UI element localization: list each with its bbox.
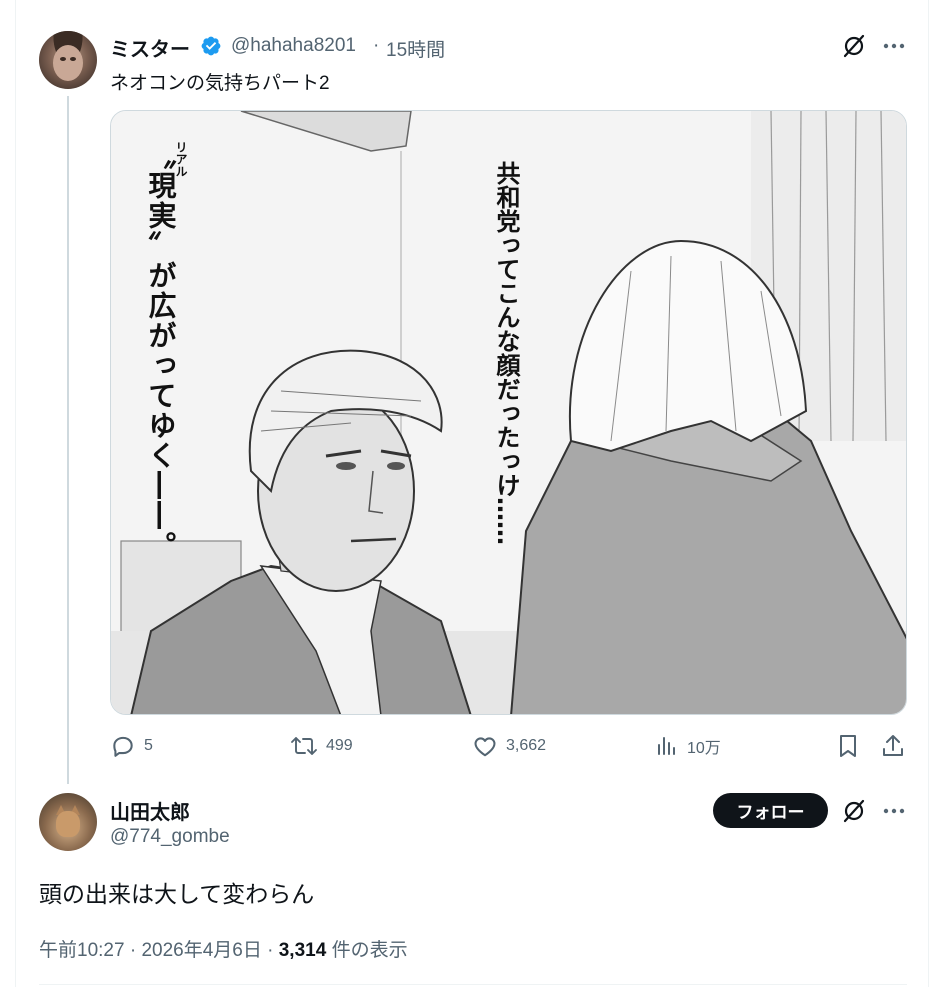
tweet-media-image[interactable]: リアル 〝現実〟が広がってゆく――。 共和党ってこんな顔だったっけ……	[110, 110, 907, 715]
reply-author-display-name[interactable]: 山田太郎	[110, 796, 190, 825]
meta-separator: ·	[267, 940, 274, 961]
grok-slash-icon[interactable]	[840, 32, 868, 60]
meta-separator: ·	[373, 35, 380, 56]
author-avatar[interactable]	[39, 31, 97, 89]
reply-time[interactable]: 午前10:27	[39, 940, 125, 961]
more-dots-icon[interactable]	[880, 797, 908, 825]
reply-author-handle[interactable]: @774_gombe	[110, 826, 230, 848]
reply-view-count: 3,314	[278, 940, 327, 961]
retweet-icon	[291, 737, 317, 755]
caption-left: 〝現実〟が広がってゆく――。	[145, 141, 178, 561]
author-display-name[interactable]: ミスター	[110, 33, 190, 62]
reply-text: 頭の出来は大して変わらん	[39, 881, 315, 907]
meta-separator: ·	[129, 940, 137, 961]
timeline-left-border	[15, 0, 16, 987]
avatar-cat-face	[56, 811, 80, 837]
reply-action[interactable]: 5	[110, 732, 153, 760]
reply-view-suffix: 件の表示	[331, 940, 408, 961]
analytics-bars-icon	[658, 737, 675, 755]
tweet-text: ネオコンの気持ちパート2	[110, 73, 330, 94]
bottom-divider	[39, 984, 907, 985]
thread-connector-line	[67, 96, 69, 784]
reply-bubble-icon	[113, 736, 133, 757]
like-count: 3,662	[506, 737, 547, 754]
reply-meta: 午前10:27 · 2026年4月6日 · 3,314 件の表示	[39, 935, 408, 962]
heart-icon	[474, 737, 496, 757]
share-upload-icon	[883, 735, 903, 756]
like-action[interactable]: 3,662	[472, 732, 546, 760]
reply-date[interactable]: 2026年4月6日	[141, 940, 261, 961]
more-dots-icon[interactable]	[880, 32, 908, 60]
retweet-count: 499	[326, 737, 353, 754]
avatar-eye-right	[70, 57, 76, 61]
bookmark-action[interactable]	[836, 732, 860, 760]
bookmark-icon	[840, 735, 856, 757]
share-action[interactable]	[881, 732, 905, 760]
timeline-right-border	[928, 0, 929, 987]
views-action[interactable]: 10万	[655, 732, 721, 760]
avatar-face	[53, 45, 83, 81]
verified-badge-icon	[201, 36, 221, 56]
reply-author-avatar[interactable]	[39, 793, 97, 851]
follow-button[interactable]: フォロー	[713, 793, 828, 828]
avatar-eye-left	[60, 57, 66, 61]
reply-count: 5	[144, 737, 153, 754]
grok-slash-icon[interactable]	[840, 797, 868, 825]
retweet-action[interactable]: 499	[290, 732, 353, 760]
author-handle[interactable]: @hahaha8201	[231, 35, 356, 57]
caption-right: 共和党ってこんな顔だったっけ……	[492, 161, 521, 545]
views-count: 10万	[687, 740, 721, 757]
tweet-timestamp[interactable]: 15時間	[386, 35, 445, 62]
